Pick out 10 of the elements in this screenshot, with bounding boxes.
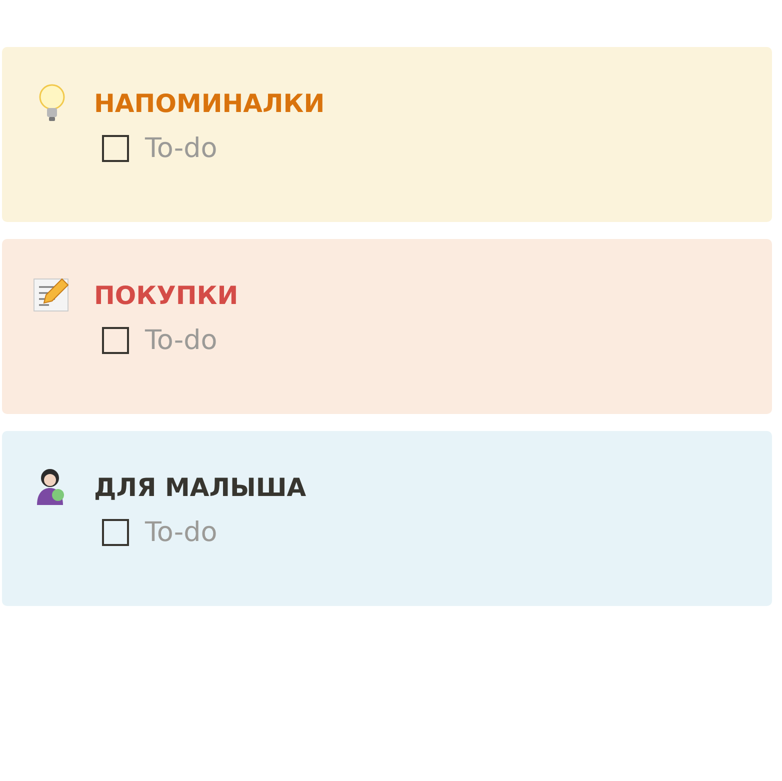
todo-label[interactable]: To-do — [145, 517, 218, 548]
card-title: ДЛЯ МАЛЫША — [94, 472, 306, 502]
todo-label[interactable]: To-do — [145, 325, 218, 356]
checkbox[interactable] — [102, 519, 129, 546]
checkbox[interactable] — [102, 135, 129, 162]
lightbulb-icon — [37, 83, 67, 123]
checkbox[interactable] — [102, 327, 129, 354]
todo-label[interactable]: To-do — [145, 133, 218, 164]
card-title: НАПОМИНАЛКИ — [94, 88, 325, 118]
card-title: ПОКУПКИ — [94, 280, 238, 310]
